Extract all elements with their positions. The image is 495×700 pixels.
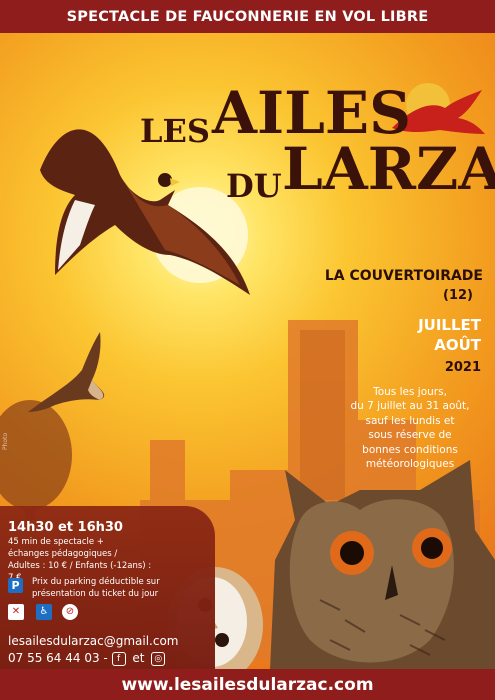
wheelchair-icon: ♿	[36, 604, 52, 620]
phone-line: 07 55 64 44 03 - f et ◎	[8, 650, 179, 667]
schedule-line: sous réserve de	[368, 429, 452, 442]
banner-text: SPECTACLE DE FAUCONNERIE EN VOL LIBRE	[66, 8, 429, 25]
location-dept: (12)	[443, 288, 473, 303]
instagram-icon[interactable]: ◎	[151, 651, 166, 666]
schedule-line: Tous les jours,	[373, 386, 447, 398]
title-larzac: LARZAC	[282, 135, 495, 203]
no-smoking-icon: ⊘	[62, 604, 78, 620]
parking-line: présentation du ticket du jour	[32, 589, 159, 600]
show-detail-line: échanges pédagogiques /	[8, 548, 118, 559]
facebook-icon[interactable]: f	[111, 651, 126, 666]
parking-info: Prix du parking déductible sur présentat…	[32, 576, 182, 601]
schedule-line: du 7 juillet au 31 août,	[350, 400, 470, 413]
email-link[interactable]: lesailesdularzac@gmail.com	[8, 633, 179, 650]
tree-silhouette	[0, 400, 72, 520]
and-text: et	[132, 651, 145, 666]
schedule-line: bonnes conditions	[362, 443, 458, 456]
header-banner: SPECTACLE DE FAUCONNERIE EN VOL LIBRE	[0, 0, 495, 33]
month-august: AOÛT	[434, 336, 481, 355]
title-les: LES	[140, 112, 210, 150]
dates-months: JUILLET AOÛT	[418, 315, 481, 356]
parking-line: Prix du parking déductible sur	[32, 577, 160, 587]
title-ailes: AILES	[212, 79, 412, 147]
website-link[interactable]: www.lesailesdularzac.com	[121, 675, 373, 695]
footer-banner: www.lesailesdularzac.com	[0, 669, 495, 700]
phone-number[interactable]: 07 55 64 44 03 -	[8, 651, 108, 665]
eagle-owl-illustration	[270, 460, 495, 670]
schedule-line: météorologiques	[365, 458, 455, 471]
schedule-text: Tous les jours, du 7 juillet au 31 août,…	[335, 385, 485, 472]
month-july: JUILLET	[418, 316, 481, 334]
parking-icon: P	[8, 578, 23, 593]
falcon-illustration	[28, 332, 105, 412]
contact-info: lesailesdularzac@gmail.com 07 55 64 44 0…	[8, 633, 179, 668]
dates-year: 2021	[444, 360, 481, 375]
show-detail-line: 45 min de spectacle +	[8, 537, 104, 547]
location-name: LA COUVERTOIRADE	[324, 268, 483, 284]
no-dogs-icon: ✕	[8, 604, 24, 620]
poster: SPECTACLE DE FAUCONNERIE EN VOL LIBRE LE…	[0, 0, 495, 700]
show-hours: 14h30 et 16h30	[8, 520, 123, 535]
title-du: DU	[226, 167, 282, 205]
photo-credit: Photo	[2, 432, 9, 450]
schedule-line: sauf les lundis et	[365, 414, 455, 427]
